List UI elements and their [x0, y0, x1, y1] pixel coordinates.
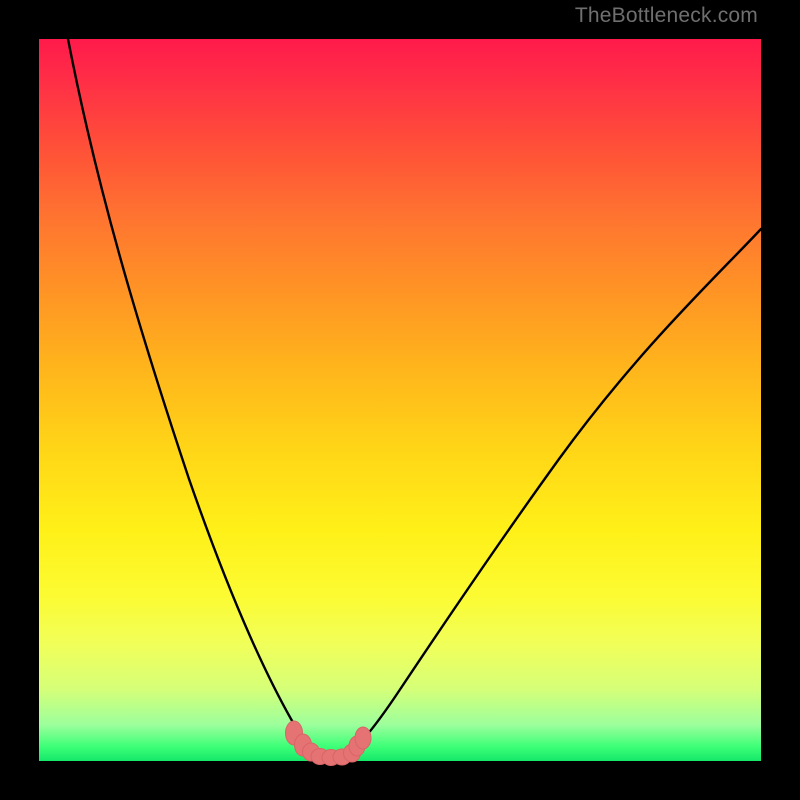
curve-right-branch — [357, 229, 761, 746]
outer-frame: TheBottleneck.com — [0, 0, 800, 800]
marker-group — [286, 721, 372, 766]
plot-area — [39, 39, 761, 761]
curve-left-branch — [68, 39, 309, 746]
watermark-text: TheBottleneck.com — [575, 4, 758, 28]
curve-layer — [39, 39, 761, 761]
marker-point — [355, 727, 371, 749]
